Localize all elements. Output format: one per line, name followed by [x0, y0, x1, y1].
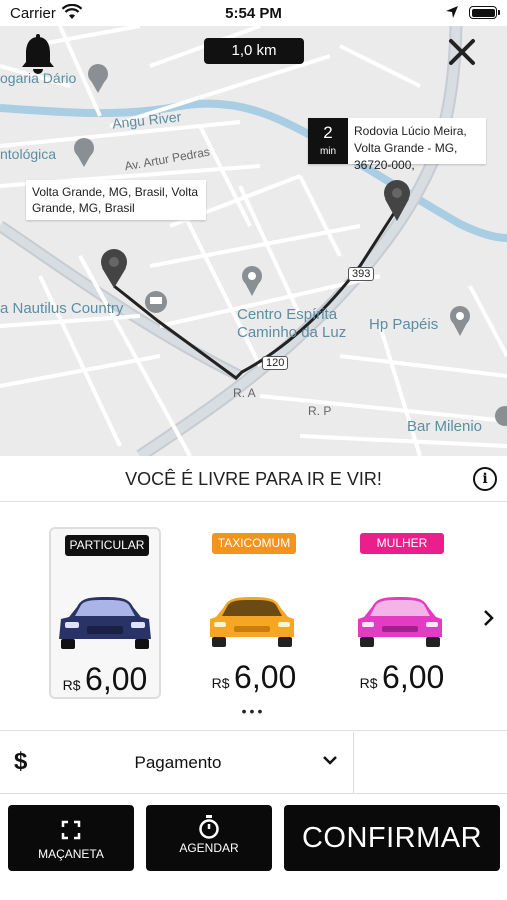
currency: R$ — [62, 677, 81, 693]
category-mulher[interactable]: MULHER R$ 6,00 — [346, 527, 458, 699]
map-label-nautilus: a Nautilus Country — [0, 300, 124, 317]
chevron-down-icon[interactable] — [322, 754, 338, 766]
macaneta-label: MAÇANETA — [38, 847, 104, 861]
car-icon — [358, 597, 442, 647]
origin-tooltip[interactable]: Volta Grande, MG, Brasil, Volta Grande, … — [26, 180, 206, 220]
stopwatch-icon — [199, 815, 219, 839]
category-tag: TAXICOMUM — [212, 533, 296, 554]
highway-shield-393: 393 — [348, 267, 375, 281]
agendar-button[interactable]: AGENDAR — [146, 805, 272, 871]
price-value: 6,00 — [234, 659, 297, 695]
agendar-label: AGENDAR — [179, 841, 239, 855]
bell-icon[interactable] — [20, 34, 56, 76]
map-label-road-a: R. A — [233, 386, 256, 400]
macaneta-button[interactable]: MAÇANETA — [8, 805, 134, 871]
map-label-road-p: R. P — [308, 404, 332, 418]
chevron-right-icon[interactable] — [483, 609, 495, 627]
map-label-centro-1: Centro Espírita — [237, 306, 338, 323]
status-bar: Carrier 5:54 PM — [0, 0, 507, 26]
map-view[interactable]: ogaria Dário Angu River ntológica Av. Ar… — [0, 26, 507, 456]
pager-dots[interactable]: ••• — [0, 703, 507, 719]
slogan-text: VOCÊ É LIVRE PARA IR E VIR! — [125, 469, 382, 489]
currency: R$ — [359, 675, 378, 691]
eta-badge: 2 min — [308, 118, 348, 164]
price-value: 6,00 — [85, 661, 148, 697]
payment-label: Pagamento — [134, 753, 222, 772]
map-label-odontologica: ntológica — [0, 146, 57, 162]
dollar-icon: $ — [14, 748, 28, 775]
close-icon[interactable] — [448, 38, 476, 66]
map-label-centro-2: Caminho da Luz — [237, 324, 347, 341]
car-icon — [59, 597, 151, 649]
price: R$ 6,00 — [346, 659, 458, 696]
destination-tooltip[interactable]: 2 min Rodovia Lúcio Meira, Volta Grande … — [308, 118, 486, 172]
info-icon[interactable]: i — [473, 467, 497, 491]
price: R$ 6,00 — [51, 661, 159, 698]
confirm-label: CONFIRMAR — [301, 822, 483, 854]
distance-badge: 1,0 km — [204, 38, 304, 64]
confirm-button[interactable]: CONFIRMAR — [284, 805, 500, 871]
currency: R$ — [211, 675, 230, 691]
eta-unit: min — [319, 146, 337, 157]
expand-icon — [61, 820, 81, 840]
ride-categories: PARTICULAR R$ 6,00 TAXICOMUM R$ 6,00 MUL… — [0, 503, 507, 731]
divider — [353, 732, 354, 794]
taxi-icon — [210, 597, 294, 647]
price-value: 6,00 — [382, 659, 445, 695]
location-arrow-icon — [446, 6, 458, 18]
map-label-hp: Hp Papéis — [369, 316, 439, 333]
price: R$ 6,00 — [198, 659, 310, 696]
payment-selector[interactable]: $ Pagamento — [0, 732, 507, 794]
category-particular[interactable]: PARTICULAR R$ 6,00 — [49, 527, 161, 699]
category-taxicomum[interactable]: TAXICOMUM R$ 6,00 — [198, 527, 310, 699]
clock: 5:54 PM — [225, 5, 282, 22]
category-tag: MULHER — [360, 533, 444, 554]
battery-icon — [469, 6, 500, 19]
slogan-bar: VOCÊ É LIVRE PARA IR E VIR! i — [0, 456, 507, 502]
category-tag: PARTICULAR — [65, 535, 149, 556]
destination-address: Rodovia Lúcio Meira, Volta Grande - MG, … — [354, 124, 467, 172]
highway-shield-120: 120 — [262, 356, 289, 370]
eta-value: 2 — [323, 123, 333, 142]
map-label-bar: Bar Milenio — [407, 418, 483, 435]
